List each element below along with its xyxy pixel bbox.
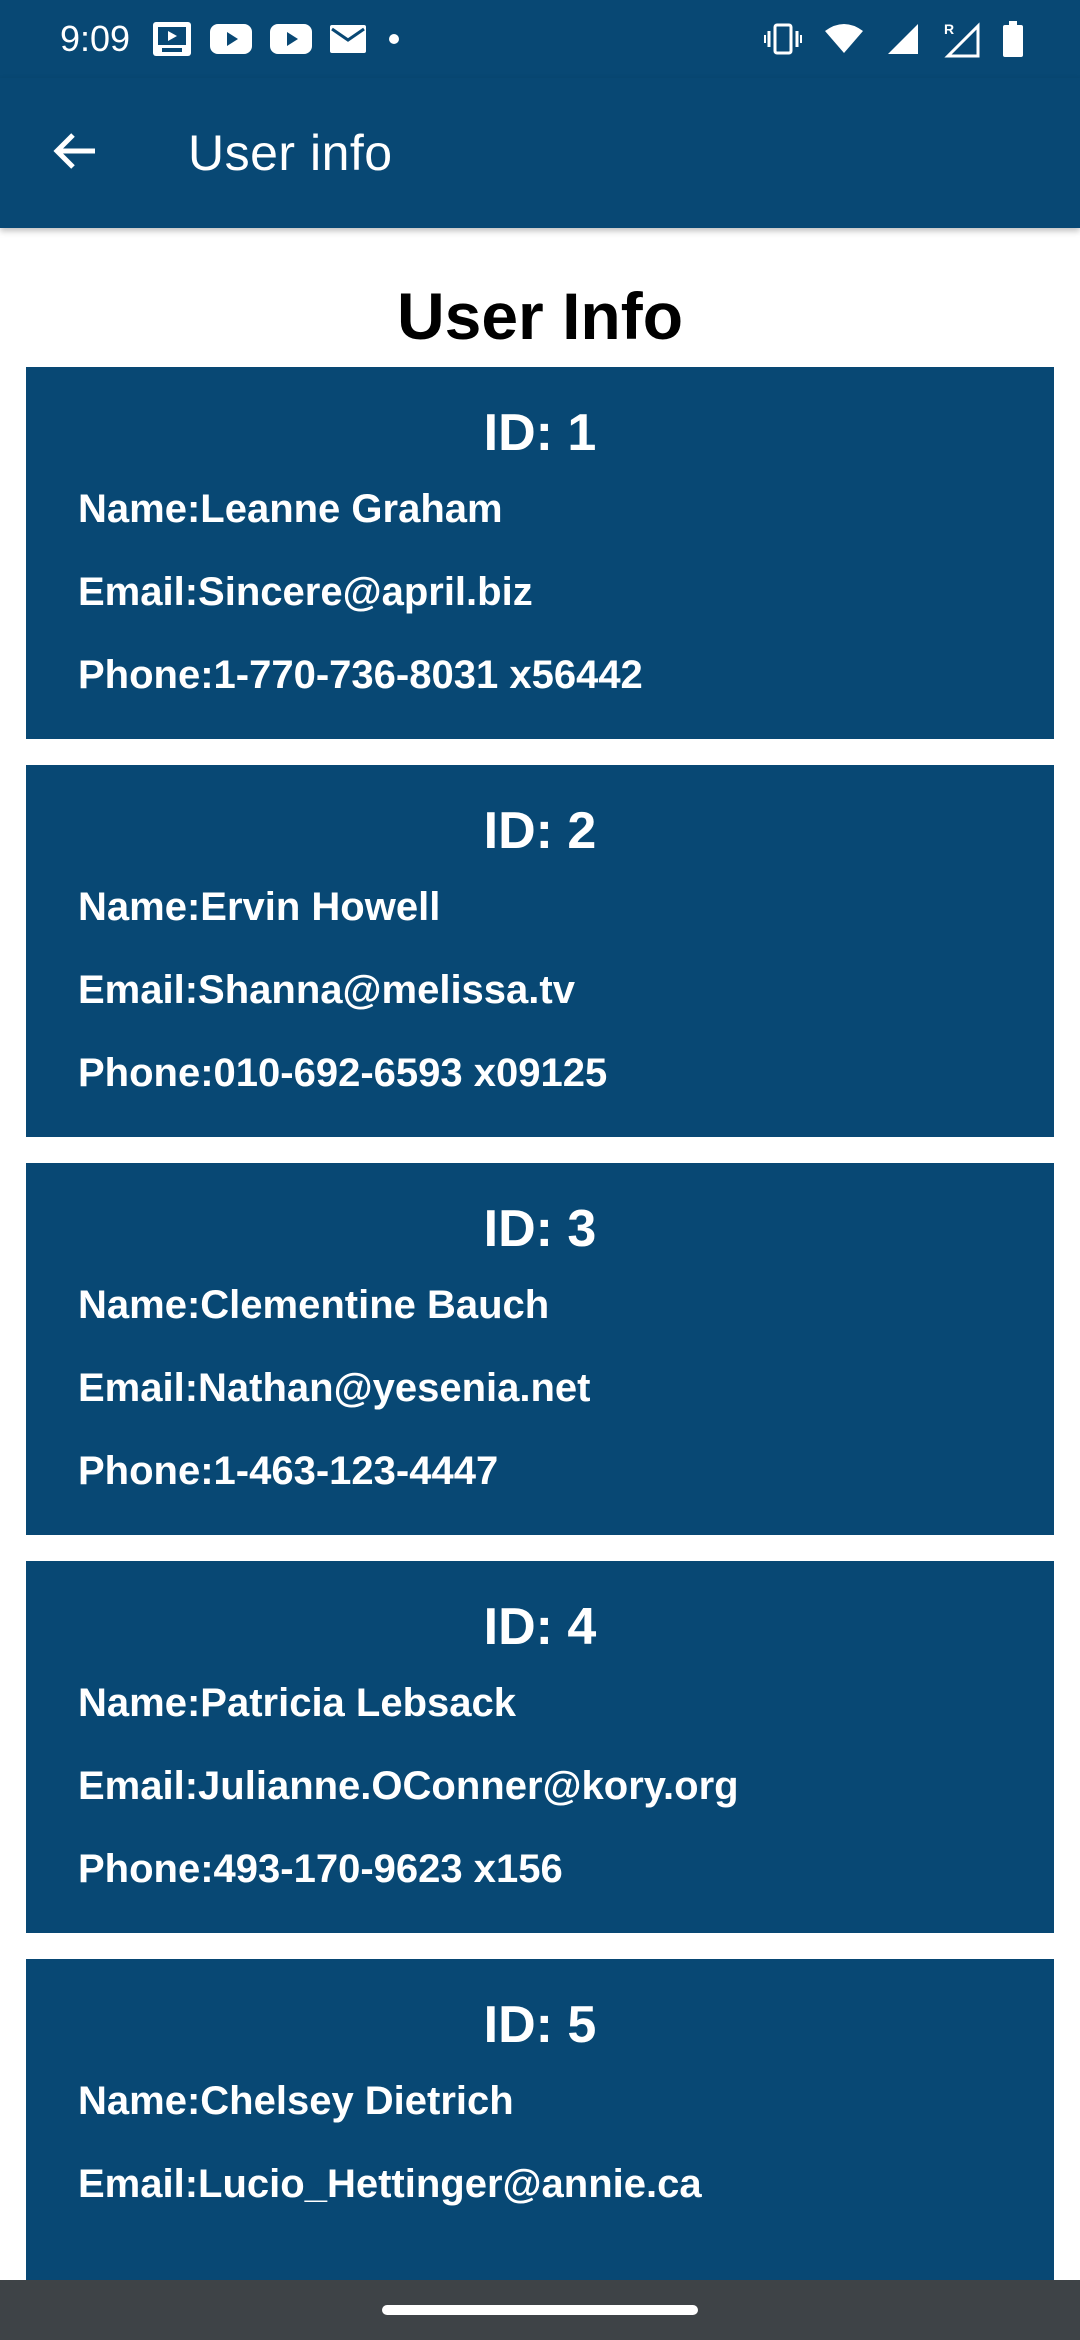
user-id: ID: 2 [483, 802, 597, 860]
home-gesture-handle[interactable] [382, 2305, 698, 2315]
user-card[interactable]: ID: 2 Name:Ervin Howell Email:Shanna@mel… [26, 765, 1054, 1137]
status-bar: 9:09 R [0, 0, 1080, 78]
user-name: Name:Leanne Graham [78, 487, 503, 531]
back-button[interactable] [0, 78, 150, 228]
user-name: Name:Patricia Lebsack [78, 1681, 517, 1725]
system-icons: R [764, 20, 1024, 58]
user-id: ID: 4 [483, 1598, 597, 1656]
user-id: ID: 3 [483, 1200, 597, 1258]
user-email: Email:Sincere@april.biz [78, 570, 533, 614]
user-email: Email:Shanna@melissa.tv [78, 968, 575, 1012]
user-card[interactable]: ID: 3 Name:Clementine Bauch Email:Nathan… [26, 1163, 1054, 1535]
app-bar-title: User info [188, 125, 393, 181]
dot-icon [384, 29, 404, 49]
app-bar: User info [0, 78, 1080, 228]
user-id: ID: 5 [483, 1996, 597, 2054]
wifi-icon [824, 23, 864, 55]
user-email: Email:Lucio_Hettinger@annie.ca [78, 2162, 702, 2206]
user-phone: Phone:1-770-736-8031 x56442 [78, 653, 643, 697]
notification-icons [152, 21, 404, 57]
user-name: Name:Clementine Bauch [78, 1283, 550, 1327]
user-card-list: ID: 1 Name:Leanne Graham Email:Sincere@a… [26, 367, 1054, 2280]
battery-icon [1002, 21, 1024, 57]
signal-icon [886, 22, 920, 56]
user-list-scroll[interactable]: User Info ID: 1 Name:Leanne Graham Email… [0, 228, 1080, 2280]
user-card[interactable]: ID: 5 Name:Chelsey Dietrich Email:Lucio_… [26, 1959, 1054, 2280]
youtube-icon [210, 24, 253, 54]
svg-text:R: R [944, 21, 954, 37]
gesture-nav-bar [0, 2280, 1080, 2340]
user-name: Name:Chelsey Dietrich [78, 2079, 514, 2123]
mail-icon [330, 25, 367, 53]
tv-app-icon [152, 21, 192, 57]
user-email: Email:Nathan@yesenia.net [78, 1366, 591, 1410]
user-phone: Phone:493-170-9623 x156 [78, 1847, 563, 1891]
status-time: 9:09 [60, 18, 131, 59]
user-phone: Phone:010-692-6593 x09125 [78, 1051, 608, 1095]
user-id: ID: 1 [483, 404, 597, 462]
user-email: Email:Julianne.OConner@kory.org [78, 1764, 739, 1808]
user-phone: Phone:1-463-123-4447 [78, 1449, 499, 1493]
arrow-left-icon [51, 127, 99, 180]
user-name: Name:Ervin Howell [78, 885, 441, 929]
vibrate-icon [764, 23, 802, 55]
page-title: User Info [396, 279, 684, 353]
user-card[interactable]: ID: 4 Name:Patricia Lebsack Email:Julian… [26, 1561, 1054, 1933]
user-card[interactable]: ID: 1 Name:Leanne Graham Email:Sincere@a… [26, 367, 1054, 739]
signal-roaming-icon: R [942, 20, 980, 58]
youtube-icon [270, 24, 313, 54]
